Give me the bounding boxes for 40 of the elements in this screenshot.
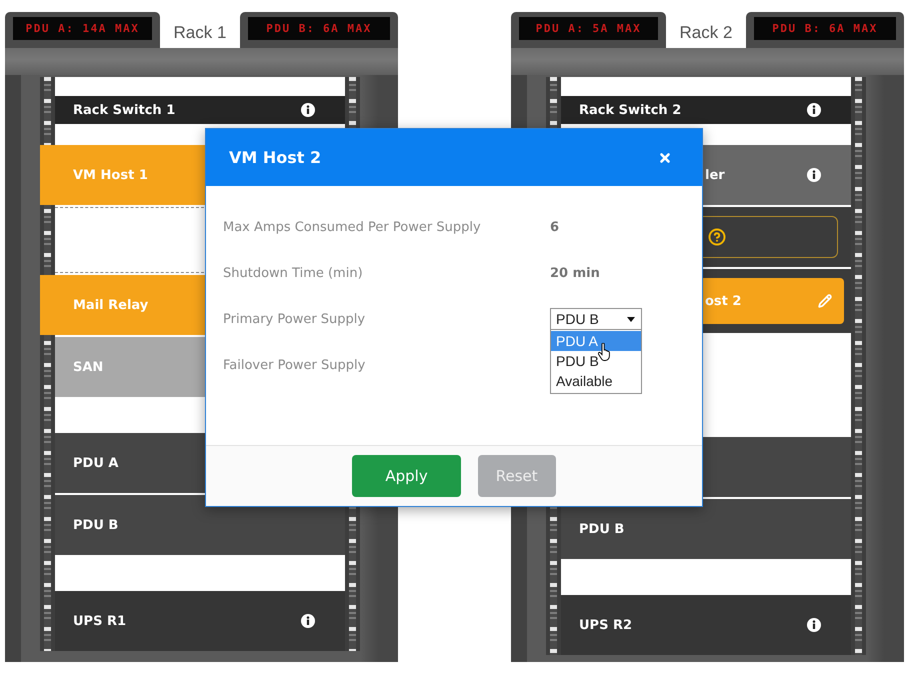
- device-label: PDU B: [579, 522, 624, 536]
- close-icon: [658, 150, 672, 164]
- info-icon[interactable]: [807, 168, 821, 182]
- device-bar[interactable]: PDU B: [561, 499, 851, 559]
- rack-title: Rack 2: [680, 23, 732, 43]
- dialog-title: VM Host 2: [229, 148, 322, 167]
- apply-button[interactable]: Apply: [352, 455, 461, 497]
- caret-icon: [627, 316, 635, 322]
- device-label: PDU A: [73, 456, 118, 470]
- field-value: 20 min: [550, 266, 600, 280]
- rack-title: Rack 1: [174, 23, 226, 43]
- device-label: SAN: [73, 360, 104, 374]
- pdu-limit-display: PDU B: 6A MAX: [754, 17, 896, 40]
- device-label: VM Host 1: [73, 168, 148, 182]
- device-bar[interactable]: Rack Switch 2: [561, 96, 851, 124]
- field-label: Max Amps Consumed Per Power Supply: [223, 220, 482, 234]
- info-icon[interactable]: [807, 103, 821, 117]
- device-label: PDU B: [73, 518, 118, 532]
- field-value: 6: [550, 220, 560, 234]
- device-bar[interactable]: UPS R2: [561, 595, 851, 655]
- info-icon[interactable]: [301, 103, 315, 117]
- close-button[interactable]: [658, 150, 672, 164]
- help-icon[interactable]: [708, 228, 726, 246]
- info-icon[interactable]: [807, 618, 821, 632]
- device-bar[interactable]: Rack Switch 1: [55, 96, 345, 124]
- device-label: UPS R1: [73, 614, 126, 628]
- pdu-limit-display: PDU A: 14A MAX: [13, 17, 152, 40]
- pdu-limit-display: PDU A: 5A MAX: [519, 17, 658, 40]
- device-label: Rack Switch 1: [73, 102, 176, 118]
- power-supply-select[interactable]: PDU B: [550, 308, 642, 330]
- device-label: Rack Switch 2: [579, 102, 682, 118]
- device-bar[interactable]: UPS R1: [55, 591, 345, 651]
- device-label: Mail Relay: [73, 298, 148, 312]
- info-icon[interactable]: [301, 614, 315, 628]
- device-label: ler: [705, 168, 725, 182]
- hand-cursor-icon: [598, 343, 611, 361]
- device-bar[interactable]: PDU B: [55, 495, 345, 555]
- pdu-limit-display: PDU B: 6A MAX: [248, 17, 390, 40]
- device-label: UPS R2: [579, 618, 632, 632]
- device-label: ost 2: [705, 294, 742, 308]
